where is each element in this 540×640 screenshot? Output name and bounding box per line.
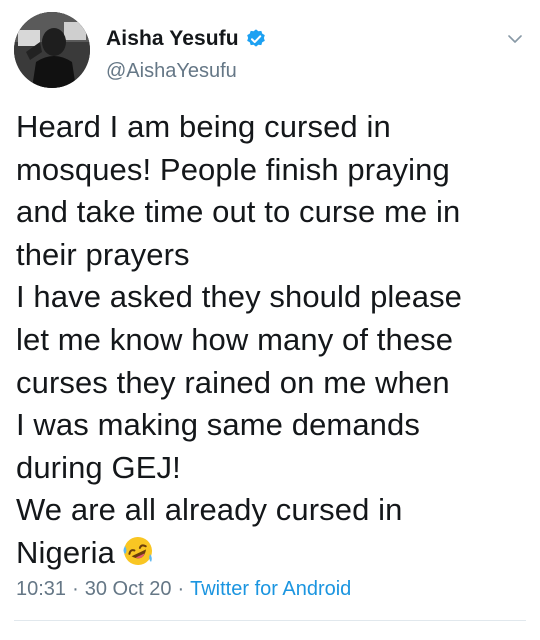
- chevron-down-icon[interactable]: [506, 30, 524, 48]
- tweet-source-link[interactable]: Twitter for Android: [190, 578, 351, 600]
- tweet-text-content: Heard I am being cursed in mosques! Peop…: [16, 109, 463, 570]
- avatar[interactable]: [14, 12, 90, 88]
- author-handle[interactable]: @AishaYesufu: [106, 60, 267, 83]
- tweet-card: Aisha Yesufu @AishaYesufu Heard I am bei…: [0, 0, 540, 640]
- tweet-text: Heard I am being cursed in mosques! Peop…: [16, 106, 524, 575]
- meta-separator: ·: [177, 578, 185, 600]
- verified-badge-icon: [245, 28, 267, 50]
- display-name[interactable]: Aisha Yesufu: [106, 27, 239, 51]
- tweet-time[interactable]: 10:31: [16, 578, 66, 600]
- rolling-on-the-floor-laughing-emoji-icon: [121, 534, 155, 568]
- tweet-date[interactable]: 30 Oct 20: [85, 578, 172, 600]
- divider: [14, 620, 526, 621]
- meta-separator: ·: [72, 578, 79, 600]
- tweet-header: Aisha Yesufu @AishaYesufu: [14, 12, 526, 92]
- profile-photo-icon: [14, 12, 90, 88]
- display-name-row: Aisha Yesufu: [106, 26, 267, 52]
- tweet-meta: 10:31 · 30 Oct 20 · Twitter for Android: [16, 578, 351, 601]
- author-names: Aisha Yesufu @AishaYesufu: [106, 26, 267, 83]
